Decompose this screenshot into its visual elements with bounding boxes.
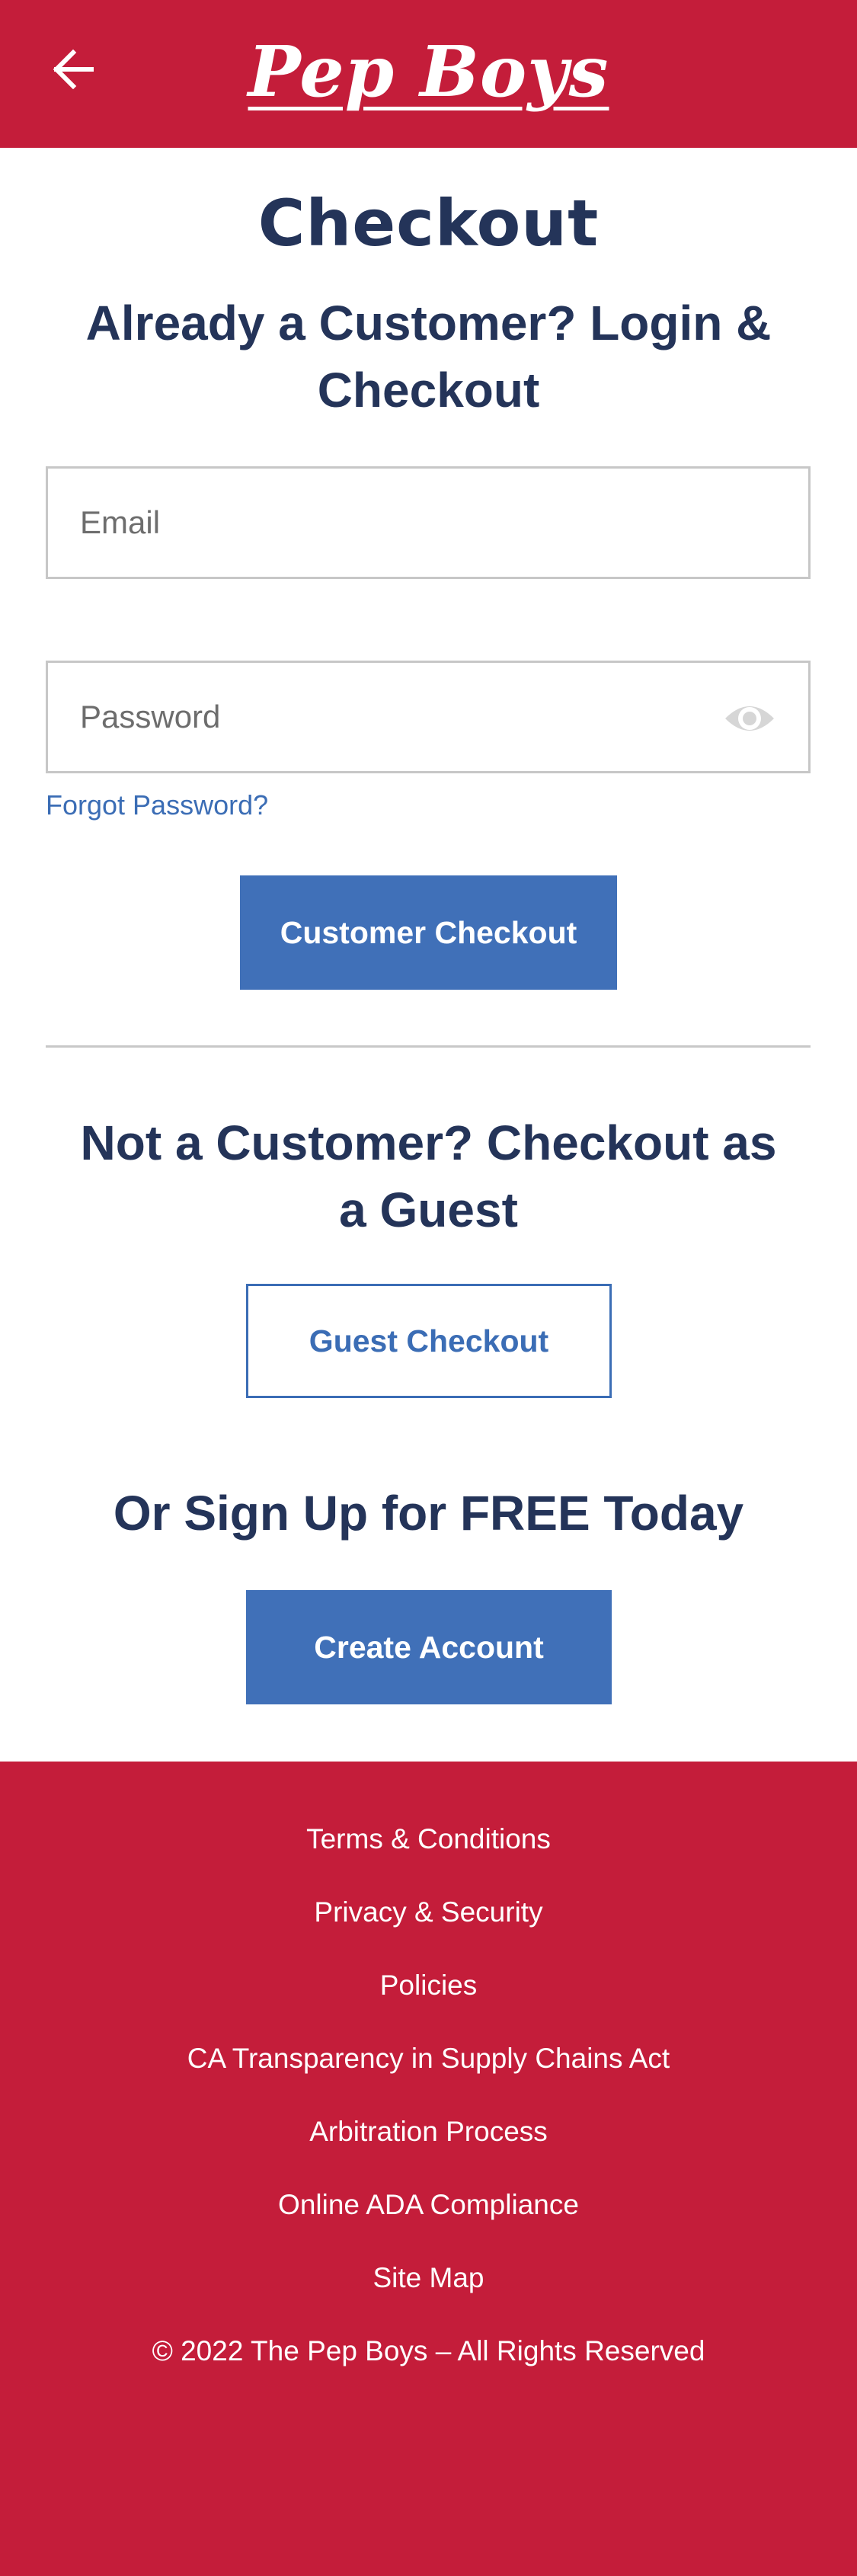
guest-checkout-button[interactable]: Guest Checkout: [246, 1284, 612, 1398]
footer-link-arbitration[interactable]: Arbitration Process: [0, 2095, 857, 2168]
pep-boys-logo[interactable]: Pep Boys: [248, 37, 609, 107]
footer-links: Terms & Conditions Privacy & Security Po…: [0, 1803, 857, 2315]
guest-heading: Not a Customer? Checkout as a Guest: [80, 1115, 777, 1237]
footer-link-terms[interactable]: Terms & Conditions: [0, 1803, 857, 1876]
show-password-toggle[interactable]: [723, 696, 776, 741]
arrow-left-icon: [53, 50, 94, 89]
footer-link-sitemap[interactable]: Site Map: [0, 2242, 857, 2315]
eye-icon: [725, 706, 774, 731]
customer-checkout-button[interactable]: Customer Checkout: [240, 875, 617, 990]
site-header: Pep Boys: [0, 0, 857, 148]
site-footer: Terms & Conditions Privacy & Security Po…: [0, 1762, 857, 2576]
footer-link-ca-transparency[interactable]: CA Transparency in Supply Chains Act: [0, 2022, 857, 2095]
password-field-wrapper: [46, 661, 811, 773]
create-account-button[interactable]: Create Account: [246, 1590, 612, 1704]
section-divider: [46, 1045, 811, 1048]
signup-heading: Or Sign Up for FREE Today: [113, 1486, 744, 1541]
footer-link-policies[interactable]: Policies: [0, 1949, 857, 2022]
login-heading: Already a Customer? Login & Checkout: [85, 296, 772, 418]
footer-link-privacy[interactable]: Privacy & Security: [0, 1876, 857, 1949]
forgot-password-link[interactable]: Forgot Password?: [46, 789, 268, 821]
checkout-main: Checkout Already a Customer? Login & Che…: [0, 148, 857, 1762]
copyright-text: © 2022 The Pep Boys – All Rights Reserve…: [152, 2335, 705, 2366]
footer-link-ada[interactable]: Online ADA Compliance: [0, 2168, 857, 2242]
email-field-wrapper: [46, 466, 811, 579]
password-input[interactable]: [48, 663, 808, 771]
page-title: Checkout: [257, 186, 600, 261]
email-input[interactable]: [48, 469, 808, 577]
back-button[interactable]: [46, 42, 101, 97]
